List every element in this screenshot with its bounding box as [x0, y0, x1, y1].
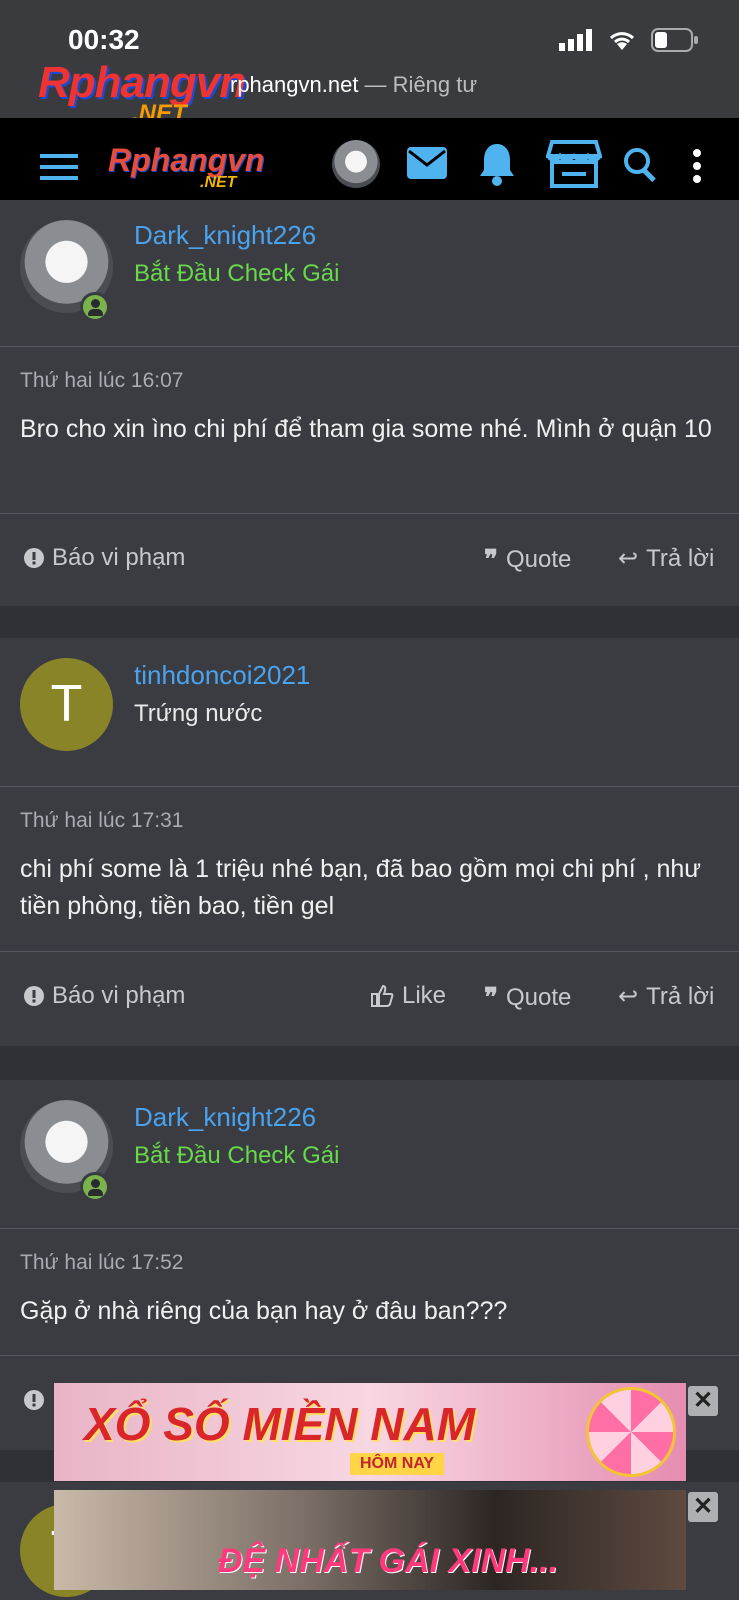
ad-banner-girls[interactable]: ĐỆ NHẤT GÁI XINH... — [54, 1490, 686, 1590]
wifi-icon — [609, 32, 635, 50]
reply-label: Trả lời — [646, 982, 715, 1010]
hamburger-menu-icon[interactable] — [40, 152, 78, 182]
reply-icon: ↩ — [618, 983, 639, 1010]
post-text: Gặp ở nhà riêng của bạn hay ở đâu ban??? — [20, 1297, 508, 1325]
status-time: 00:32 — [68, 24, 140, 55]
post-header: Dark_knight226 Bắt Đầu Check Gái — [0, 1080, 739, 1229]
alert-icon — [24, 548, 44, 568]
user-title: Bắt Đầu Check Gái — [134, 260, 340, 287]
reply-label: Trả lời — [646, 544, 715, 572]
site-logo-suffix: .NET — [200, 174, 237, 191]
quote-button[interactable]: ❞ Quote — [484, 544, 571, 575]
report-label: Báo vi phạm — [52, 982, 186, 1009]
ad-title: ĐỆ NHẤT GÁI XINH... — [218, 1542, 559, 1580]
report-button[interactable]: Báo vi phạm — [24, 544, 185, 572]
post-body: Thứ hai lúc 17:31 chi phí some là 1 triệ… — [0, 787, 739, 952]
search-icon[interactable] — [622, 146, 660, 184]
username[interactable]: Dark_knight226 — [134, 220, 316, 251]
battery-icon — [651, 28, 698, 52]
online-indicator-icon — [80, 292, 110, 322]
quote-button[interactable]: ❞ Quote — [484, 982, 571, 1013]
url-bar[interactable]: rphangvn.net — Riêng tư — [230, 72, 477, 98]
ad-title: XỔ SỐ MIỀN NAM — [84, 1398, 476, 1450]
close-ad-button[interactable]: ✕ — [688, 1386, 718, 1416]
post-header: T tinhdoncoi2021 Trứng nước — [0, 638, 739, 787]
report-button[interactable]: Báo vi phạm — [24, 982, 185, 1010]
more-options-icon[interactable] — [692, 148, 702, 184]
report-label: Báo vi phạm — [52, 544, 186, 571]
status-bar: 00:32 Rphangvn .NET rphangvn.net — Riêng… — [0, 0, 739, 127]
privacy-label: Riêng tư — [392, 72, 478, 97]
quote-icon: ❞ — [484, 544, 498, 574]
post-actions: Báo vi phạm Like ❞ Quote ↩ Trả lời — [0, 952, 739, 1042]
reply-button[interactable]: ↩ Trả lời — [618, 544, 714, 573]
mail-icon[interactable] — [406, 146, 448, 180]
user-avatar-button[interactable] — [332, 140, 380, 188]
store-icon[interactable] — [546, 140, 602, 188]
bell-icon[interactable] — [478, 142, 516, 186]
lucky-wheel-icon — [586, 1387, 676, 1477]
url-text: rphangvn.net — [230, 72, 359, 97]
post-card: T tinhdoncoi2021 Trứng nước Thứ hai lúc … — [0, 638, 739, 1046]
post-actions: Báo vi phạm ❞ Quote ↩ Trả lời — [0, 514, 739, 604]
post-time[interactable]: Thứ hai lúc 17:52 — [20, 1251, 719, 1275]
reply-icon: ↩ — [618, 545, 639, 572]
signal-icon — [559, 29, 592, 51]
alert-icon — [24, 986, 44, 1006]
reply-button[interactable]: ↩ Trả lời — [618, 982, 714, 1011]
quote-label: Quote — [506, 983, 572, 1011]
username[interactable]: Dark_knight226 — [134, 1102, 316, 1133]
quote-icon: ❞ — [484, 982, 498, 1012]
thumbs-up-icon — [371, 984, 394, 1007]
user-title: Bắt Đầu Check Gái — [134, 1142, 340, 1169]
avatar[interactable]: T — [20, 658, 113, 751]
quote-label: Quote — [506, 545, 572, 573]
user-title: Trứng nước — [134, 700, 263, 727]
post-body: Thứ hai lúc 17:52 Gặp ở nhà riêng của bạ… — [0, 1229, 739, 1356]
like-button[interactable]: Like — [370, 982, 446, 1010]
like-label: Like — [402, 982, 447, 1009]
post-card: Dark_knight226 Bắt Đầu Check Gái Thứ hai… — [0, 200, 739, 606]
online-indicator-icon — [80, 1172, 110, 1202]
ad-banner-lottery[interactable]: XỔ SỐ MIỀN NAM HÔM NAY — [54, 1383, 686, 1481]
post-time[interactable]: Thứ hai lúc 16:07 — [20, 369, 719, 393]
post-header: Dark_knight226 Bắt Đầu Check Gái — [0, 200, 739, 347]
post-text: Bro cho xin ìno chi phí để tham gia some… — [20, 415, 712, 443]
username[interactable]: tinhdoncoi2021 — [134, 660, 310, 691]
url-separator: — — [358, 72, 393, 97]
alert-icon[interactable] — [24, 1390, 44, 1410]
post-text: chi phí some là 1 triệu nhé bạn, đã bao … — [20, 855, 702, 920]
status-icons — [559, 28, 699, 52]
site-logo[interactable]: Rphangvn — [108, 142, 264, 179]
post-time[interactable]: Thứ hai lúc 17:31 — [20, 809, 719, 833]
post-body: Thứ hai lúc 16:07 Bro cho xin ìno chi ph… — [0, 347, 739, 514]
close-ad-button[interactable]: ✕ — [688, 1492, 718, 1522]
ad-subtitle: HÔM NAY — [350, 1453, 445, 1475]
